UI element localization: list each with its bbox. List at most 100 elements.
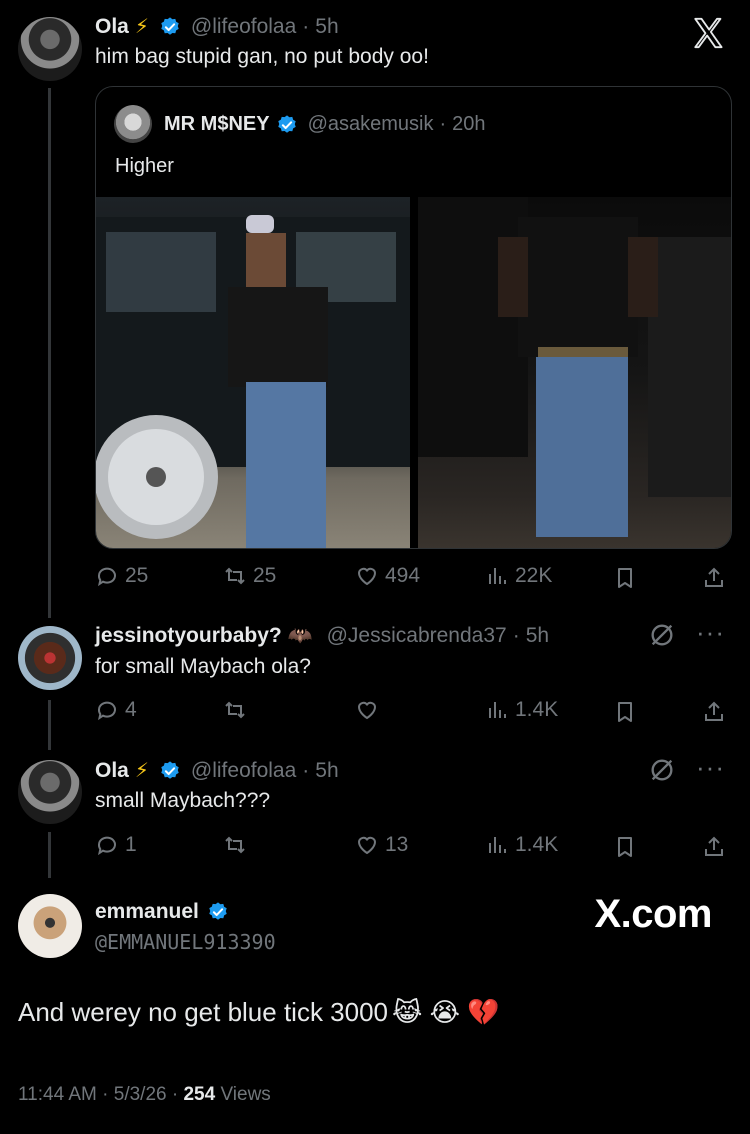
author-name[interactable]: jessinotyourbaby? xyxy=(95,624,282,648)
share-button[interactable] xyxy=(702,700,726,729)
heart-icon xyxy=(357,567,377,586)
reply-count: 4 xyxy=(125,698,137,721)
bookmark-icon xyxy=(618,837,632,857)
bookmark-icon xyxy=(618,568,632,588)
tweet-actions: 25 25 494 22K xyxy=(95,564,735,594)
repost-icon xyxy=(225,701,245,719)
x-com-watermark: X.com xyxy=(594,892,712,936)
avatar xyxy=(114,105,152,143)
verified-badge-icon xyxy=(277,114,296,133)
views-chart-icon xyxy=(489,568,506,584)
tweet-text: him bag stupid gan, no put body oo! xyxy=(95,45,429,68)
quoted-tweet-card[interactable]: MR M$NEY @asakemusik · 20h Higher xyxy=(95,86,732,549)
verified-badge-icon xyxy=(161,16,179,35)
dot-separator: · xyxy=(102,1084,114,1105)
timestamp[interactable]: 5h xyxy=(315,15,338,39)
reply-actions: 1 13 1.4K xyxy=(95,833,735,863)
reply-header: Ola ⚡ @lifeofolaa · 5h xyxy=(95,758,339,783)
author-handle[interactable]: @lifeofolaa xyxy=(191,15,296,39)
repost-button[interactable]: 25 xyxy=(223,564,276,588)
bookmark-button[interactable] xyxy=(613,835,637,864)
views-count: 1.4K xyxy=(515,833,559,856)
verified-badge-icon xyxy=(161,760,179,779)
dot-separator: · xyxy=(439,113,447,135)
author-name[interactable]: Ola xyxy=(95,15,129,39)
avatar[interactable] xyxy=(18,760,82,824)
more-options-icon[interactable]: ··· xyxy=(696,752,725,783)
author-handle[interactable]: @Jessicabrenda37 xyxy=(327,624,507,648)
share-icon xyxy=(705,701,723,721)
avatar[interactable] xyxy=(18,894,82,958)
thread-line xyxy=(48,700,51,750)
views-button[interactable]: 22K xyxy=(485,564,552,588)
quote-timestamp: 20h xyxy=(452,113,486,135)
quote-photo-right[interactable] xyxy=(418,197,731,548)
photo-illustration xyxy=(96,215,410,548)
like-count: 494 xyxy=(385,564,421,587)
dot-separator: · xyxy=(171,1084,184,1105)
views-button[interactable]: 1.4K xyxy=(485,833,558,857)
tweet-emojis: 😹 😭 💔 xyxy=(392,997,500,1027)
bookmark-button[interactable] xyxy=(613,700,637,729)
like-button[interactable]: 13 xyxy=(355,833,408,857)
thread-line xyxy=(48,832,51,878)
grok-icon[interactable] xyxy=(648,621,676,649)
dot-separator: · xyxy=(302,758,310,782)
reply-icon xyxy=(97,836,116,856)
verified-badge-icon xyxy=(209,902,227,920)
avatar[interactable] xyxy=(18,626,82,690)
share-button[interactable] xyxy=(702,566,726,595)
tweet-timestamp-line: 11:44 AM · 5/3/26 · 254 Views xyxy=(18,1084,271,1106)
bookmark-icon xyxy=(618,702,632,722)
author-handle[interactable]: @EMMANUEL913390 xyxy=(95,930,276,954)
more-options-icon[interactable]: ··· xyxy=(696,617,725,648)
avatar[interactable] xyxy=(18,17,82,81)
grok-icon[interactable] xyxy=(648,756,676,784)
timestamp[interactable]: 5h xyxy=(315,759,338,783)
reply-actions: 4 1.4K xyxy=(95,698,735,728)
bookmark-button[interactable] xyxy=(613,566,637,595)
tweet-header: Ola ⚡ @lifeofolaa · 5h xyxy=(95,14,339,39)
reply-button[interactable]: 1 xyxy=(95,833,137,857)
name-emoji: ⚡ xyxy=(134,760,149,782)
dot-separator: · xyxy=(512,623,520,647)
heart-icon xyxy=(357,836,377,855)
like-button[interactable] xyxy=(355,698,385,722)
author-handle[interactable]: @lifeofolaa xyxy=(191,759,296,783)
views-label: Views xyxy=(220,1084,271,1105)
x-logo-icon[interactable] xyxy=(690,16,726,50)
views-count: 254 xyxy=(183,1084,216,1105)
views-chart-icon xyxy=(489,837,506,853)
reply-text: for small Maybach ola? xyxy=(95,655,311,678)
quote-header: MR M$NEY @asakemusik · 20h xyxy=(164,113,486,136)
name-emoji: 🦇 xyxy=(287,625,313,647)
tweet-date[interactable]: 5/3/26 xyxy=(114,1084,167,1105)
repost-button[interactable] xyxy=(223,833,253,857)
name-emoji: ⚡ xyxy=(134,16,149,38)
author-name[interactable]: emmanuel xyxy=(95,900,199,924)
views-button[interactable]: 1.4K xyxy=(485,698,558,722)
views-count: 22K xyxy=(515,564,553,587)
tweet-time[interactable]: 11:44 AM xyxy=(18,1084,97,1105)
thread-line xyxy=(48,88,51,618)
author-name[interactable]: Ola xyxy=(95,759,129,783)
quote-text: Higher xyxy=(115,155,174,177)
reply-count: 25 xyxy=(125,564,149,587)
main-tweet-text: And werey no get blue tick 3000 😹 😭 💔 xyxy=(18,997,500,1028)
like-button[interactable]: 494 xyxy=(355,564,420,588)
reply-button[interactable]: 4 xyxy=(95,698,137,722)
photo-illustration xyxy=(418,197,731,537)
timestamp[interactable]: 5h xyxy=(526,624,549,648)
reply-count: 1 xyxy=(125,833,137,856)
share-button[interactable] xyxy=(702,835,726,864)
main-tweet-body: And werey no get blue tick 3000 xyxy=(18,997,389,1027)
quote-author-name: MR M$NEY xyxy=(164,113,270,135)
views-chart-icon xyxy=(489,702,506,718)
repost-icon xyxy=(225,567,245,585)
repost-button[interactable] xyxy=(223,698,253,722)
share-icon xyxy=(705,567,723,587)
quote-photo-left[interactable] xyxy=(96,197,410,548)
reply-button[interactable]: 25 xyxy=(95,564,148,588)
share-icon xyxy=(705,836,723,856)
repost-count: 25 xyxy=(253,564,277,587)
